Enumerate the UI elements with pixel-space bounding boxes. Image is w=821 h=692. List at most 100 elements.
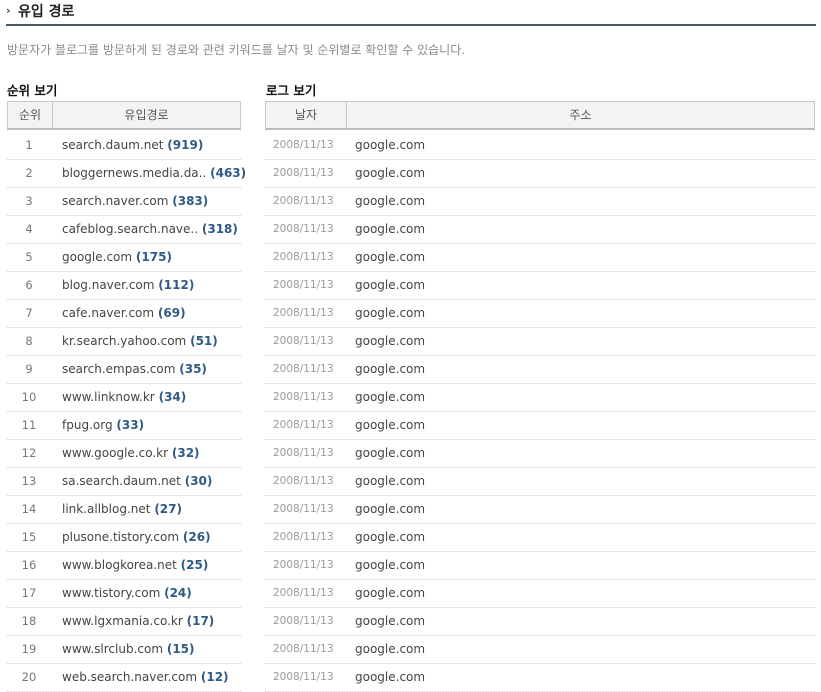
- referrer-link[interactable]: www.google.co.kr (32): [62, 440, 200, 467]
- log-address-link[interactable]: google.com: [355, 160, 425, 187]
- log-table-body: 2008/11/13 google.com 2008/11/13 google.com…: [265, 132, 815, 692]
- log-address-link[interactable]: google.com: [355, 552, 425, 579]
- table-row: 2008/11/13 google.com: [265, 356, 815, 384]
- referrer-link[interactable]: cafeblog.search.nave.. (318): [62, 216, 238, 243]
- table-row: 2008/11/13 google.com: [265, 608, 815, 636]
- referrer-domain: kr.search.yahoo.com: [62, 334, 187, 348]
- referrer-domain: sa.search.daum.net: [62, 474, 181, 488]
- referrer-domain: bloggernews.media.da..: [62, 166, 207, 180]
- referrer-domain: plusone.tistory.com: [62, 530, 180, 544]
- visit-count: (318): [201, 222, 238, 236]
- referrer-domain: www.google.co.kr: [62, 446, 169, 460]
- table-row: 2008/11/13 google.com: [265, 384, 815, 412]
- visit-count: (26): [182, 530, 211, 544]
- log-date: 2008/11/13: [273, 363, 334, 375]
- log-date: 2008/11/13: [273, 167, 334, 179]
- referrer-link[interactable]: www.slrclub.com (15): [62, 636, 195, 663]
- referrer-link[interactable]: cafe.naver.com (69): [62, 300, 186, 327]
- table-row: 7 cafe.naver.com (69): [7, 300, 241, 328]
- log-date: 2008/11/13: [273, 223, 334, 235]
- log-date: 2008/11/13: [273, 279, 334, 291]
- table-row: 2008/11/13 google.com: [265, 496, 815, 524]
- visit-count: (463): [210, 166, 247, 180]
- column-header-source: 유입경로: [124, 108, 169, 122]
- referrer-link[interactable]: search.naver.com (383): [62, 188, 208, 215]
- table-row: 2008/11/13 google.com: [265, 524, 815, 552]
- log-address-link[interactable]: google.com: [355, 328, 425, 355]
- table-row: 17 www.tistory.com (24): [7, 580, 241, 608]
- rank-number: 12: [21, 446, 37, 460]
- section-title-row: › 유입 경로: [6, 0, 816, 24]
- referrer-domain: cafe.naver.com: [62, 306, 155, 320]
- log-date: 2008/11/13: [273, 559, 334, 571]
- table-row: 11 fpug.org (33): [7, 412, 241, 440]
- visit-count: (24): [164, 586, 192, 600]
- referrer-link[interactable]: www.linknow.kr (34): [62, 384, 186, 411]
- referrer-link[interactable]: search.empas.com (35): [62, 356, 207, 383]
- log-address-link[interactable]: google.com: [355, 216, 425, 243]
- log-date: 2008/11/13: [273, 475, 334, 487]
- table-row: 2008/11/13 google.com: [265, 468, 815, 496]
- log-address-link[interactable]: google.com: [355, 132, 425, 159]
- column-header-rank: 순위: [18, 108, 42, 122]
- table-row: 13 sa.search.daum.net (30): [7, 468, 241, 496]
- table-row: 1 search.daum.net (919): [7, 132, 241, 160]
- table-row: 18 www.lgxmania.co.kr (17): [7, 608, 241, 636]
- log-address-link[interactable]: google.com: [355, 636, 425, 663]
- referrer-link[interactable]: google.com (175): [62, 244, 172, 271]
- log-date: 2008/11/13: [273, 335, 334, 347]
- log-address-link[interactable]: google.com: [355, 524, 425, 551]
- referrer-link[interactable]: blog.naver.com (112): [62, 272, 194, 299]
- log-address-link[interactable]: google.com: [355, 580, 425, 607]
- referrer-link[interactable]: link.allblog.net (27): [62, 496, 182, 523]
- log-address-link[interactable]: google.com: [355, 664, 425, 691]
- visit-count: (32): [171, 446, 200, 460]
- rank-number: 17: [21, 586, 37, 600]
- log-address-link[interactable]: google.com: [355, 468, 425, 495]
- rank-number: 14: [21, 502, 37, 516]
- log-date: 2008/11/13: [273, 419, 334, 431]
- referrer-link[interactable]: www.tistory.com (24): [62, 580, 192, 607]
- referrer-link[interactable]: kr.search.yahoo.com (51): [62, 328, 218, 355]
- log-address-link[interactable]: google.com: [355, 496, 425, 523]
- log-address-link[interactable]: google.com: [355, 440, 425, 467]
- referrer-domain: www.blogkorea.net: [62, 558, 177, 572]
- table-row: 2008/11/13 google.com: [265, 440, 815, 468]
- referrer-link[interactable]: web.search.naver.com (12): [62, 664, 229, 691]
- referrer-link[interactable]: search.daum.net (919): [62, 132, 203, 159]
- table-row: 2008/11/13 google.com: [265, 132, 815, 160]
- table-row: 10 www.linknow.kr (34): [7, 384, 241, 412]
- referrer-domain: web.search.naver.com: [62, 670, 198, 684]
- table-row: 2 bloggernews.media.da.. (463): [7, 160, 246, 188]
- referrer-link[interactable]: www.lgxmania.co.kr (17): [62, 608, 214, 635]
- log-date: 2008/11/13: [273, 139, 334, 151]
- rank-number: 16: [21, 558, 37, 572]
- table-row: 8 kr.search.yahoo.com (51): [7, 328, 241, 356]
- log-address-link[interactable]: google.com: [355, 272, 425, 299]
- log-address-link[interactable]: google.com: [355, 188, 425, 215]
- referrer-domain: fpug.org: [62, 418, 113, 432]
- referrer-link[interactable]: www.blogkorea.net (25): [62, 552, 208, 579]
- referrer-domain: www.tistory.com: [62, 586, 161, 600]
- rank-number: 15: [21, 530, 37, 544]
- log-address-link[interactable]: google.com: [355, 244, 425, 271]
- log-address-link[interactable]: google.com: [355, 356, 425, 383]
- log-address-link[interactable]: google.com: [355, 608, 425, 635]
- rank-number: 6: [25, 278, 33, 292]
- table-row: 2008/11/13 google.com: [265, 188, 815, 216]
- rank-number: 1: [25, 138, 33, 152]
- referrer-link[interactable]: fpug.org (33): [62, 412, 144, 439]
- table-row: 16 www.blogkorea.net (25): [7, 552, 241, 580]
- visit-count: (33): [116, 418, 145, 432]
- referrer-link[interactable]: plusone.tistory.com (26): [62, 524, 211, 551]
- visit-count: (919): [167, 138, 204, 152]
- rank-number: 9: [25, 362, 33, 376]
- referrer-link[interactable]: sa.search.daum.net (30): [62, 468, 212, 495]
- table-row: 2008/11/13 google.com: [265, 216, 815, 244]
- table-row: 2008/11/13 google.com: [265, 552, 815, 580]
- referrer-link[interactable]: bloggernews.media.da.. (463): [62, 160, 246, 187]
- log-address-link[interactable]: google.com: [355, 412, 425, 439]
- table-row: 2008/11/13 google.com: [265, 636, 815, 664]
- log-address-link[interactable]: google.com: [355, 384, 425, 411]
- log-address-link[interactable]: google.com: [355, 300, 425, 327]
